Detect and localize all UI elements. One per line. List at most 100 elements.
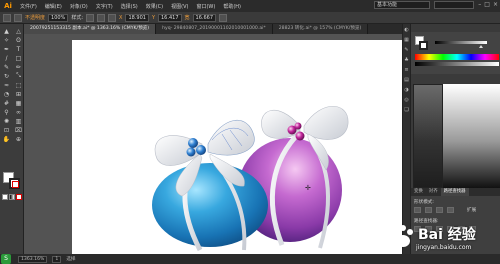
x-field[interactable]: 18.901 [125,13,149,22]
status-mode: 选择 [66,257,76,262]
menu-effect[interactable]: 效果(C) [142,3,167,10]
minimize-icon[interactable]: – [478,1,481,8]
ornament-artwork[interactable] [72,40,402,254]
menu-type[interactable]: 文字(T) [92,3,117,10]
direct-selection-tool-icon[interactable]: △ [14,27,23,35]
document-tabs: 20079251153315 副本.ai* @ 1363.16% (CMYK/预… [24,24,402,34]
color-spectrum[interactable] [415,54,499,60]
grayscale-ramp[interactable] [415,62,499,66]
tab-pathfinder[interactable]: 路径查找器 [440,188,469,196]
menu-object[interactable]: 对象(O) [66,3,92,10]
lasso-tool-icon[interactable]: ʘ [14,36,23,44]
pen-tool-icon[interactable]: ✒ [2,45,11,53]
type-tool-icon[interactable]: T [14,45,23,53]
zoom-tool-icon[interactable]: ⊕ [14,135,23,143]
menu-help[interactable]: 帮助(H) [219,3,245,10]
slice-tool-icon[interactable]: ⌧ [14,126,23,134]
color-mode-buttons [2,194,22,200]
menu-file[interactable]: 文件(F) [16,3,41,10]
stroke-panel-icon[interactable]: ≡ [403,67,410,74]
rectangle-tool-icon[interactable]: □ [14,54,23,62]
eyedropper-tool-icon[interactable]: ⚲ [2,108,11,116]
purple-bow-left [261,109,301,139]
maximize-icon[interactable]: □ [484,1,490,8]
warp-tool-icon[interactable]: ≈ [2,81,11,89]
brushes-panel-icon[interactable]: ✎ [403,47,410,54]
menu-edit[interactable]: 编辑(E) [41,3,66,10]
minus-front-button[interactable] [425,207,432,213]
shape-mode-buttons [414,207,454,213]
constrain-link-icon[interactable] [219,13,228,22]
color-panel-stroke[interactable] [419,41,428,50]
magenta-bead [295,131,305,141]
gradient-panel-icon[interactable]: ▤ [403,77,410,84]
menu-view[interactable]: 视图(V) [167,3,192,10]
symbol-sprayer-tool-icon[interactable]: ✺ [2,117,11,125]
stroke-swatch[interactable] [9,178,20,189]
tab-transform[interactable]: 变换 [411,188,426,196]
color-mode-button[interactable] [2,194,8,200]
fill-color-icon[interactable] [3,13,11,22]
unite-button[interactable] [414,207,421,213]
workspace-switcher[interactable]: 基本功能 [374,1,430,9]
blend-tool-icon[interactable]: ∞ [14,108,23,116]
style-swatch-icon[interactable] [86,13,94,22]
watermark-url: jingyan.baidu.com [416,244,472,251]
magic-wand-tool-icon[interactable]: ✧ [2,36,11,44]
line-tool-icon[interactable]: / [2,54,11,62]
illustrator-window: Ai 文件(F) 编辑(E) 对象(O) 文字(T) 选择(S) 效果(C) 视… [0,0,500,264]
free-transform-tool-icon[interactable]: ⬚ [14,81,23,89]
layers-panel-icon[interactable]: ❏ [403,107,410,114]
canvas-area[interactable]: ✛ [24,34,402,254]
hand-tool-icon[interactable]: ✋ [2,135,11,143]
expand-button[interactable]: 扩展 [467,207,476,213]
w-field[interactable]: 16.667 [192,13,217,22]
rotate-tool-icon[interactable]: ↻ [2,72,11,80]
tab-document-2[interactable]: hyq- 29840807_20190001102010001000.ai* [156,24,273,34]
menu-window[interactable]: 窗口(W) [192,3,219,10]
blue-bead [196,145,206,155]
pencil-tool-icon[interactable]: ✏ [14,63,23,71]
transform-icon[interactable] [108,13,116,22]
paintbrush-tool-icon[interactable]: ✎ [2,63,11,71]
shape-builder-tool-icon[interactable]: ◔ [2,90,11,98]
opacity-label[interactable]: 不透明度 [25,14,45,21]
symbols-panel-icon[interactable]: ♣ [403,57,410,64]
gradient-mode-button[interactable] [9,194,15,200]
opacity-field[interactable]: 100% [48,13,69,22]
exclude-button[interactable] [447,207,454,213]
color-panel-icon[interactable]: ◐ [403,27,410,34]
graph-tool-icon[interactable]: ▥ [14,117,23,125]
fill-stroke-swatches [3,172,21,190]
menu-select[interactable]: 选择(S) [117,3,142,10]
appearance-panel-icon[interactable]: ◎ [403,97,410,104]
swatches-panel-icon[interactable]: ▦ [403,37,410,44]
none-mode-button[interactable] [16,194,22,200]
color-panel [411,32,500,74]
zoom-field[interactable]: 1363.16% [18,255,48,263]
mesh-tool-icon[interactable]: # [2,99,11,107]
close-icon[interactable]: × [493,1,498,8]
tint-slider[interactable] [435,41,487,44]
artboard-number-field[interactable]: 1 [52,255,62,263]
stroke-color-icon[interactable] [14,13,22,22]
search-input[interactable] [434,1,474,9]
baidu-paw-icon [393,225,413,247]
scale-tool-icon[interactable]: ⤡ [14,72,23,80]
gradient-preview [443,84,500,188]
transparency-panel-icon[interactable]: ◑ [403,87,410,94]
tab-align[interactable]: 对齐 [426,188,441,196]
app-logo: Ai [4,2,12,10]
tab-document-3[interactable]: 28823 转化.ai* @ 157% (CMYK/预览) [272,24,369,34]
tint-slider-knob[interactable] [479,45,483,48]
y-field[interactable]: 16.417 [158,13,182,22]
selection-tool-icon[interactable]: ▲ [2,27,11,35]
align-icon[interactable] [97,13,105,22]
x-label: X [119,14,123,21]
gradient-tool-icon[interactable]: ▦ [14,99,23,107]
tab-document-1[interactable]: 20079251153315 副本.ai* @ 1363.16% (CMYK/预… [24,24,157,34]
artboard-tool-icon[interactable]: ⊡ [2,126,11,134]
ime-icon[interactable]: S [1,254,11,264]
perspective-tool-icon[interactable]: ⊞ [14,90,23,98]
intersect-button[interactable] [436,207,443,213]
